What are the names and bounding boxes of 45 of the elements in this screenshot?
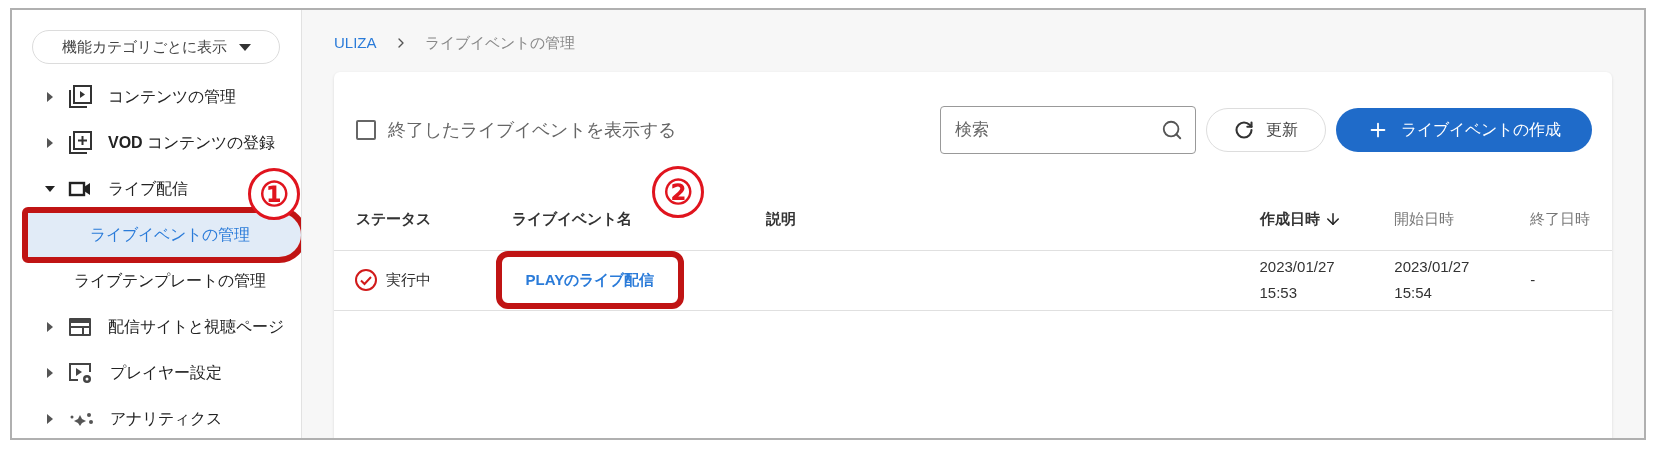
column-header[interactable]: 説明 bbox=[765, 207, 796, 230]
column-header[interactable]: ステータス bbox=[356, 207, 431, 230]
caret-down-icon bbox=[238, 43, 251, 51]
search-field[interactable]: 検索 bbox=[940, 106, 1196, 154]
table-cell: 2023/01/27 15:54 bbox=[1372, 250, 1509, 310]
create-event-button[interactable]: ライブイベントの作成 bbox=[1336, 108, 1592, 152]
layout-icon bbox=[68, 315, 92, 339]
sidebar-subitem[interactable]: ライブテンプレートの管理 bbox=[12, 259, 292, 303]
show-ended-checkbox[interactable]: 終了したライブイベントを表示する bbox=[356, 116, 676, 144]
sidebar-item[interactable]: ライブ配信 bbox=[12, 166, 196, 212]
table-cell: 2023/01/27 15:53 bbox=[1237, 250, 1373, 310]
plus-stack-icon bbox=[68, 131, 92, 155]
sidebar-item-label: VOD コンテンツの登録 bbox=[108, 133, 275, 153]
sidebar-item[interactable]: 配信サイトと視聴ページ bbox=[12, 304, 292, 350]
breadcrumb-link[interactable]: ULIZA bbox=[334, 31, 377, 55]
table-cell: - bbox=[1508, 250, 1612, 310]
sidebar-item-label: コンテンツの管理 bbox=[108, 87, 236, 107]
sidebar-item[interactable]: VOD コンテンツの登録 bbox=[12, 120, 283, 166]
event-name-link[interactable]: PLAYのライブ配信 bbox=[495, 250, 685, 310]
annotation-number: ① bbox=[248, 168, 300, 220]
sidebar-item[interactable]: アナリティクス bbox=[12, 396, 230, 438]
search-icon[interactable] bbox=[1161, 119, 1183, 141]
sidebar-item-label: ライブ配信 bbox=[108, 179, 188, 199]
sidebar-item-label: 配信サイトと視聴ページ bbox=[108, 317, 284, 337]
caret-down-icon[interactable] bbox=[45, 186, 55, 192]
sidebar-item[interactable]: コンテンツの管理 bbox=[12, 74, 244, 120]
sparkles-icon bbox=[68, 412, 94, 426]
caret-right-icon[interactable] bbox=[47, 138, 53, 148]
breadcrumb-current: ライブイベントの管理 bbox=[424, 32, 575, 53]
sidebar-item[interactable]: プレイヤー設定 bbox=[12, 350, 230, 396]
search-input[interactable]: 検索 bbox=[955, 117, 1161, 143]
sidebar-item-label: プレイヤー設定 bbox=[110, 363, 222, 383]
play-stack-icon bbox=[68, 85, 92, 109]
caret-right-icon[interactable] bbox=[47, 414, 53, 424]
column-header[interactable]: 開始日時 bbox=[1394, 207, 1455, 230]
refresh-icon bbox=[1234, 120, 1254, 140]
caret-right-icon[interactable] bbox=[47, 368, 53, 378]
caret-right-icon[interactable] bbox=[47, 322, 53, 332]
column-header[interactable]: 作成日時 bbox=[1259, 207, 1342, 230]
status-text: 実行中 bbox=[386, 269, 431, 290]
sidebar-item-label: アナリティクス bbox=[110, 409, 222, 429]
annotation-number: ② bbox=[651, 165, 704, 218]
caret-right-icon[interactable] bbox=[47, 92, 53, 102]
player-gear-icon bbox=[68, 361, 94, 385]
column-header[interactable]: 終了日時 bbox=[1530, 207, 1591, 230]
